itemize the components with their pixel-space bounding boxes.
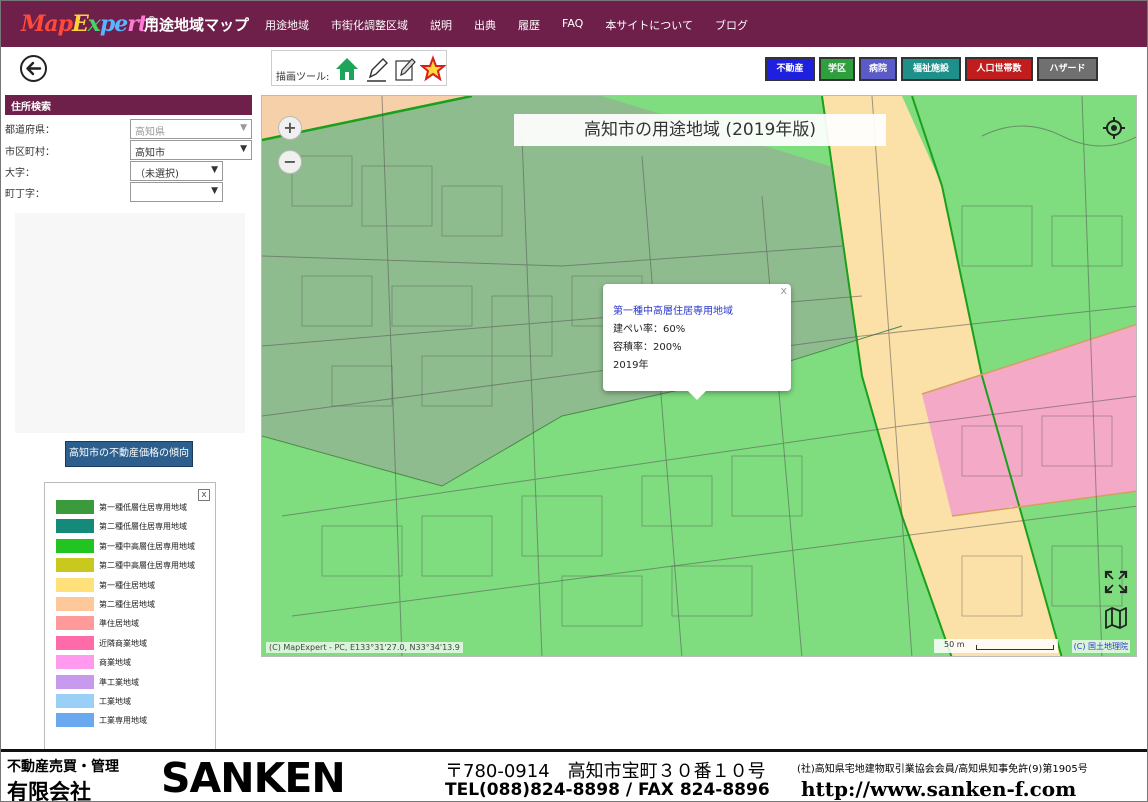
legend-swatch bbox=[56, 713, 94, 728]
footer-url[interactable]: http://www.sanken-f.com bbox=[801, 777, 1076, 801]
house-icon[interactable] bbox=[334, 55, 360, 83]
legend-swatch bbox=[56, 597, 94, 611]
oaza-label: 大字： bbox=[5, 168, 35, 179]
prefecture-select[interactable]: 高知県 ▼ bbox=[130, 119, 252, 139]
legend-swatch bbox=[56, 616, 94, 631]
legend-swatch bbox=[56, 500, 94, 514]
popup-zone-name: 第一種中高層住居専用地域 bbox=[613, 306, 733, 317]
arrow-left-icon bbox=[26, 61, 42, 76]
legend-swatch bbox=[56, 577, 94, 592]
nav-shigaika-chosei[interactable]: 市街化調整区域 bbox=[331, 17, 408, 33]
footer-company-type: 有限会社 bbox=[7, 780, 91, 802]
category-hospital-button[interactable]: 病院 bbox=[859, 57, 897, 81]
legend-swatch bbox=[56, 558, 94, 573]
legend-label: 第一種中高層住居専用地域 bbox=[99, 541, 195, 551]
popup-year: 2019年 bbox=[613, 360, 649, 371]
prefecture-label: 都道府県： bbox=[5, 125, 55, 136]
legend-label: 第一種住居地域 bbox=[99, 580, 155, 590]
company-footer-banner: 不動産売買・管理 有限会社 SANKEN 〒780-0914 高知市宝町３０番１… bbox=[1, 749, 1147, 802]
popup-tail bbox=[687, 390, 707, 400]
chome-select[interactable]: ▼ bbox=[130, 182, 223, 202]
zoning-map[interactable]: + − 高知市の用途地域 (2019年版) x 第一種中高層住居専用地域 建ぺい… bbox=[261, 95, 1137, 657]
city-label: 市区町村： bbox=[5, 147, 55, 158]
chome-label: 町丁字： bbox=[5, 189, 45, 200]
oaza-select[interactable]: （未選択) ▼ bbox=[130, 161, 223, 181]
nav-about[interactable]: 本サイトについて bbox=[605, 17, 693, 33]
pencil-icon[interactable] bbox=[392, 55, 418, 83]
chevron-down-icon: ▼ bbox=[240, 123, 247, 133]
chevron-down-icon: ▼ bbox=[211, 186, 218, 196]
nav-shutten[interactable]: 出典 bbox=[474, 17, 496, 33]
nav-blog[interactable]: ブログ bbox=[715, 17, 748, 33]
chevron-down-icon: ▼ bbox=[211, 165, 218, 175]
map-scale-bar: 50 m bbox=[934, 639, 1058, 653]
top-navbar: MapExpert® 用途地域マップ 用途地域 市街化調整区域 説明 出典 履歴… bbox=[1, 1, 1147, 47]
category-population-button[interactable]: 人口世帯数 bbox=[965, 57, 1033, 81]
legend-label: 工業地域 bbox=[99, 697, 131, 706]
category-school-button[interactable]: 学区 bbox=[819, 57, 855, 81]
popup-close-icon[interactable]: x bbox=[780, 284, 787, 297]
draw-tools-label: 描画ツール: bbox=[276, 72, 330, 83]
footer-brand: SANKEN bbox=[161, 754, 346, 802]
nav-youto-chiiki[interactable]: 用途地域 bbox=[265, 17, 309, 33]
zone-info-popup: x 第一種中高層住居専用地域 建ぺい率：60% 容積率：200% 2019年 bbox=[603, 284, 791, 400]
legend-swatch bbox=[56, 519, 94, 534]
address-search-heading: 住所検索 bbox=[5, 95, 252, 115]
legend-label: 近隣商業地域 bbox=[99, 638, 147, 648]
back-button[interactable] bbox=[20, 55, 47, 82]
popup-coverage: 建ぺい率：60% bbox=[613, 324, 686, 335]
zoom-in-button[interactable]: + bbox=[278, 116, 302, 140]
legend-label: 第二種住居地域 bbox=[99, 600, 155, 609]
city-select[interactable]: 高知市 ▼ bbox=[130, 140, 252, 160]
mapexpert-logo[interactable]: MapExpert® bbox=[21, 11, 156, 37]
map-title: 高知市の用途地域 (2019年版) bbox=[514, 114, 886, 146]
main-nav: 用途地域 市街化調整区域 説明 出典 履歴 FAQ 本サイトについて ブログ bbox=[265, 17, 770, 33]
footer-business-type: 不動産売買・管理 bbox=[7, 759, 119, 775]
info-panel bbox=[15, 213, 245, 433]
locate-icon[interactable] bbox=[1102, 116, 1126, 140]
category-hazard-button[interactable]: ハザード bbox=[1037, 57, 1098, 81]
map-layers-icon[interactable] bbox=[1104, 606, 1128, 630]
app-title[interactable]: 用途地域マップ bbox=[144, 14, 249, 35]
legend-close-icon[interactable]: x bbox=[198, 489, 210, 501]
legend-label: 工業専用地域 bbox=[99, 716, 147, 726]
footer-association: (社)高知県宅地建物取引業協会会員/高知県知事免許(9)第1905号 bbox=[797, 764, 1088, 775]
legend-label: 第二種低層住居専用地域 bbox=[99, 522, 187, 532]
legend-swatch bbox=[56, 635, 94, 650]
legend-label: 準住居地域 bbox=[99, 619, 139, 629]
legend-swatch bbox=[56, 694, 94, 708]
nav-setsumei[interactable]: 説明 bbox=[430, 17, 452, 33]
footer-phone: TEL(088)824-8898 / FAX 824-8896 bbox=[445, 780, 770, 800]
popup-far: 容積率：200% bbox=[613, 342, 682, 353]
legend-label: 準工業地域 bbox=[99, 677, 139, 687]
chevron-down-icon: ▼ bbox=[240, 144, 247, 154]
gsi-credit-link[interactable]: (C) 国土地理院 bbox=[1071, 640, 1130, 653]
nav-rireki[interactable]: 履歴 bbox=[518, 17, 540, 33]
star-icon[interactable] bbox=[419, 55, 447, 83]
pen-icon[interactable] bbox=[364, 55, 390, 83]
legend-swatch bbox=[56, 655, 94, 670]
fullscreen-icon[interactable] bbox=[1104, 570, 1128, 594]
legend-swatch bbox=[56, 538, 94, 553]
price-trend-button[interactable]: 高知市の不動産価格の傾向 bbox=[65, 441, 193, 467]
page: MapExpert® 用途地域マップ 用途地域 市街化調整区域 説明 出典 履歴… bbox=[0, 0, 1148, 802]
legend-swatch bbox=[56, 674, 94, 689]
map-attribution: (C) MapExpert - PC, E133°31'27.0, N33°34… bbox=[266, 642, 463, 653]
legend-label: 第一種低層住居専用地域 bbox=[99, 503, 187, 512]
nav-faq[interactable]: FAQ bbox=[562, 17, 583, 33]
draw-toolbar: 描画ツール: bbox=[271, 50, 447, 86]
zoom-out-button[interactable]: − bbox=[278, 150, 302, 174]
legend-label: 第二種中高層住居専用地域 bbox=[99, 561, 195, 571]
legend-label: 商業地域 bbox=[99, 658, 131, 668]
category-real-estate-button[interactable]: 不動産 bbox=[765, 57, 815, 81]
category-welfare-button[interactable]: 福祉施設 bbox=[901, 57, 961, 81]
zoning-legend: x 第一種低層住居専用地域 第二種低層住居専用地域 第一種中高層住居専用地域 第二種中… bbox=[44, 482, 216, 750]
